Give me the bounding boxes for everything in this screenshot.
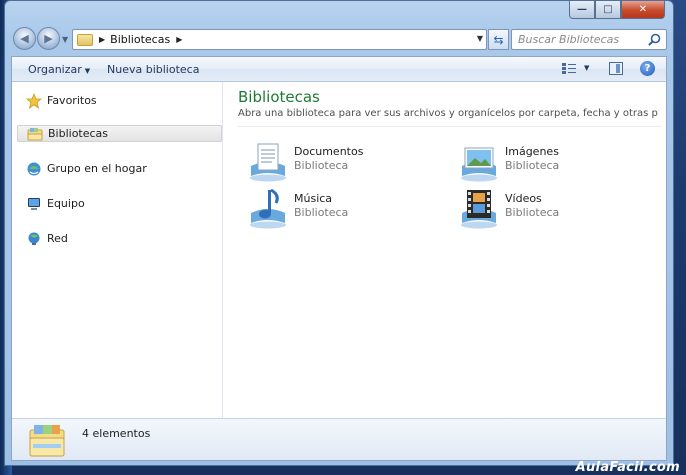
refresh-icon: ⇆ [493, 32, 504, 47]
organize-label: Organizar [28, 63, 82, 76]
explorer-frame: Organizar ▼ Nueva biblioteca ▼ ? Favorito… [11, 56, 667, 461]
breadcrumb-separator-icon[interactable]: ▶ [99, 35, 105, 44]
preview-pane-button[interactable] [609, 62, 623, 75]
sidebar-item-label: Equipo [47, 197, 85, 210]
search-box[interactable]: Buscar Bibliotecas [511, 29, 667, 50]
network-icon [28, 232, 40, 245]
library-icon [29, 425, 65, 457]
command-bar: Organizar ▼ Nueva biblioteca ▼ ? [12, 57, 666, 82]
help-button[interactable]: ? [640, 61, 655, 76]
sidebar-item-grupo-hogar[interactable]: Grupo en el hogar [17, 160, 222, 177]
library-tile-documentos[interactable]: Documentos Biblioteca [248, 140, 448, 182]
library-name: Documentos [294, 145, 364, 158]
forward-arrow-icon: ▶ [44, 32, 53, 45]
library-name: Imágenes [505, 145, 559, 158]
forward-button[interactable]: ▶ [37, 27, 60, 50]
divider [238, 126, 662, 127]
documents-icon [250, 143, 286, 182]
breadcrumb-separator-icon[interactable]: ▶ [176, 35, 182, 44]
homegroup-icon [27, 162, 41, 175]
library-tile-videos[interactable]: Vídeos Biblioteca [459, 187, 659, 229]
sidebar-item-label: Favoritos [47, 94, 97, 107]
content-pane: Bibliotecas Abra una biblioteca para ver… [224, 82, 666, 418]
library-tile-imagenes[interactable]: Imágenes Biblioteca [459, 140, 659, 182]
library-folder-icon [77, 33, 93, 46]
library-name: Música [294, 192, 333, 205]
back-button[interactable]: ◀ [13, 27, 36, 50]
library-name: Vídeos [505, 192, 542, 205]
explorer-window: — □ ✕ ◀ ▶ ▼ ▶ Bibliotecas ▶ ▼ ⇆ Buscar B… [4, 0, 674, 466]
library-tile-musica[interactable]: Música Biblioteca [248, 187, 448, 229]
recent-pages-dropdown[interactable]: ▼ [62, 35, 68, 44]
navigation-pane: Favoritos Bibliotecas Grupo en el hogar [12, 82, 223, 418]
search-icon[interactable] [648, 33, 661, 46]
organize-menu[interactable]: Organizar ▼ [28, 63, 90, 76]
sidebar-item-label: Bibliotecas [48, 127, 109, 140]
details-pane: 4 elementos [12, 418, 666, 460]
sidebar-item-bibliotecas[interactable]: Bibliotecas [17, 125, 222, 142]
videos-icon [461, 190, 497, 229]
close-button[interactable]: ✕ [621, 1, 665, 19]
page-subtitle: Abra una biblioteca para ver sus archivo… [238, 108, 658, 119]
maximize-button[interactable]: □ [595, 1, 621, 19]
new-library-button[interactable]: Nueva biblioteca [107, 63, 199, 76]
breadcrumb-bibliotecas[interactable]: Bibliotecas [110, 33, 170, 46]
sidebar-item-favoritos[interactable]: Favoritos [17, 92, 222, 109]
minimize-button[interactable]: — [569, 1, 595, 19]
address-history-dropdown[interactable]: ▼ [477, 34, 483, 43]
library-kind: Biblioteca [505, 206, 560, 219]
sidebar-item-equipo[interactable]: Equipo [17, 195, 222, 212]
back-arrow-icon: ◀ [20, 32, 29, 45]
chevron-down-icon: ▼ [84, 67, 91, 75]
address-row: ◀ ▶ ▼ ▶ Bibliotecas ▶ ▼ ⇆ Buscar Bibliot… [11, 27, 667, 53]
caption-buttons: — □ ✕ [569, 1, 665, 20]
refresh-button[interactable]: ⇆ [488, 29, 509, 50]
star-icon [26, 92, 42, 109]
view-options-dropdown[interactable]: ▼ [584, 64, 589, 72]
sidebar-item-label: Grupo en el hogar [47, 162, 147, 175]
page-title: Bibliotecas [238, 88, 320, 106]
address-bar[interactable]: ▶ Bibliotecas ▶ ▼ [72, 29, 487, 50]
change-view-icon[interactable] [562, 62, 576, 75]
library-kind: Biblioteca [294, 159, 349, 172]
library-icon [27, 127, 43, 140]
music-icon [250, 188, 286, 229]
search-input[interactable]: Buscar Bibliotecas [518, 33, 619, 46]
library-kind: Biblioteca [505, 159, 560, 172]
item-count: 4 elementos [82, 427, 151, 440]
sidebar-item-label: Red [47, 232, 68, 245]
watermark-logo: AulaFacil.com [575, 460, 680, 475]
computer-icon [28, 197, 40, 210]
library-kind: Biblioteca [294, 206, 349, 219]
sidebar-item-red[interactable]: Red [17, 230, 222, 247]
pictures-icon [461, 147, 497, 182]
